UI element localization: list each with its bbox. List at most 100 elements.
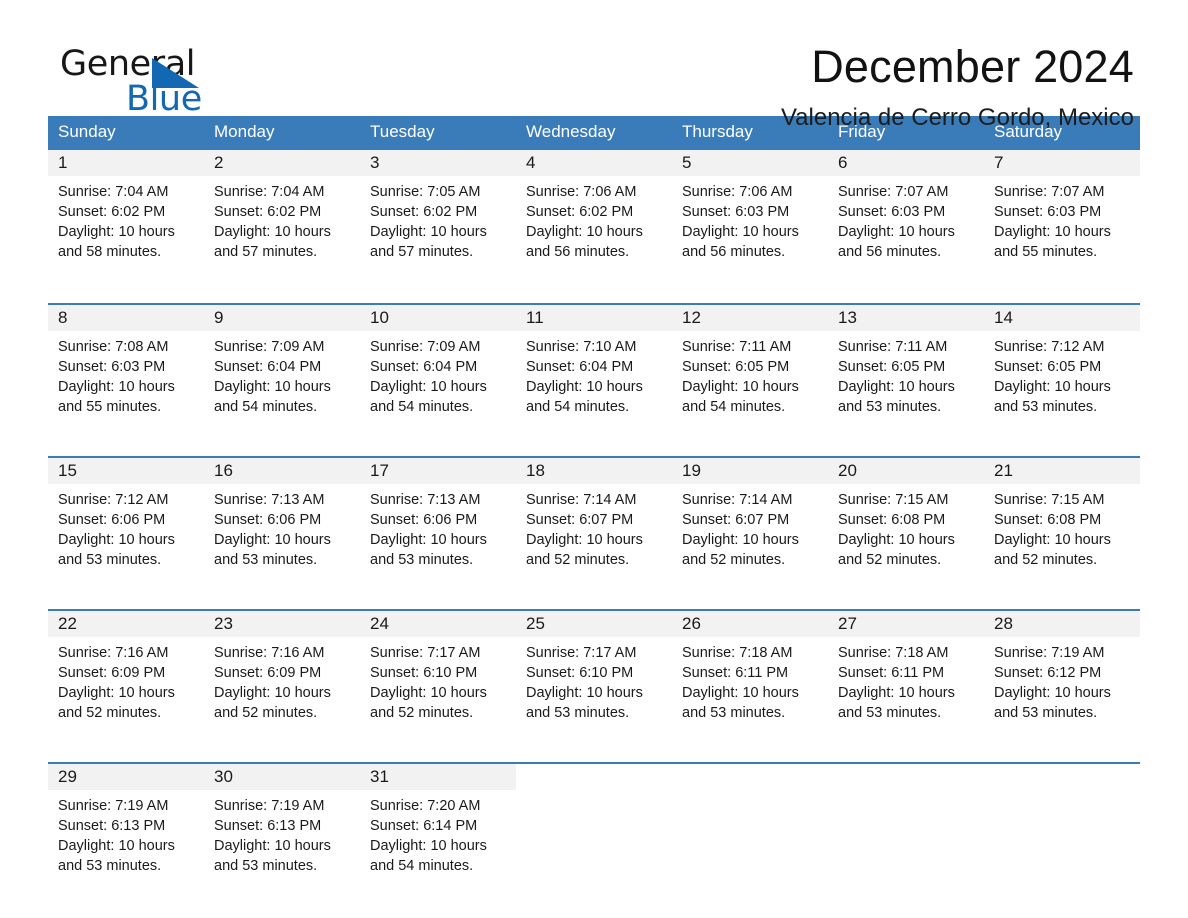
calendar-day-cell[interactable]: 31 Sunrise: 7:20 AM Sunset: 6:14 PM Dayligh… bbox=[360, 762, 516, 897]
day-detail-sunset: Sunset: 6:09 PM bbox=[58, 665, 166, 681]
calendar-day-cell[interactable]: 28 Sunrise: 7:19 AM Sunset: 6:12 PM Dayligh… bbox=[984, 609, 1140, 744]
day-details: Sunrise: 7:13 AM Sunset: 6:06 PM Daylight:… bbox=[360, 484, 516, 570]
general-blue-logo[interactable]: General Blue bbox=[48, 42, 248, 120]
day-detail-daylight-2: and 52 minutes. bbox=[838, 552, 942, 568]
day-detail-sunset: Sunset: 6:03 PM bbox=[58, 359, 166, 375]
day-cell-inner: 1 Sunrise: 7:04 AM Sunset: 6:02 PM Daylight… bbox=[48, 150, 204, 285]
calendar-day-cell[interactable]: 23 Sunrise: 7:16 AM Sunset: 6:09 PM Dayligh… bbox=[204, 609, 360, 744]
day-detail-sunset: Sunset: 6:09 PM bbox=[214, 665, 322, 681]
day-detail-daylight-1: Daylight: 10 hours bbox=[994, 379, 1111, 395]
day-cell-inner: 12 Sunrise: 7:11 AM Sunset: 6:05 PM Dayligh… bbox=[672, 303, 828, 438]
day-detail-sunset: Sunset: 6:11 PM bbox=[682, 665, 789, 681]
calendar-day-cell[interactable]: 13 Sunrise: 7:11 AM Sunset: 6:05 PM Dayligh… bbox=[828, 303, 984, 438]
day-detail-sunset: Sunset: 6:14 PM bbox=[370, 818, 478, 834]
day-detail-daylight-1: Daylight: 10 hours bbox=[526, 379, 643, 395]
calendar-day-cell[interactable]: 25 Sunrise: 7:17 AM Sunset: 6:10 PM Dayligh… bbox=[516, 609, 672, 744]
day-detail-daylight-1: Daylight: 10 hours bbox=[526, 532, 643, 548]
day-detail-sunrise: Sunrise: 7:11 AM bbox=[682, 339, 792, 355]
day-detail-daylight-2: and 52 minutes. bbox=[58, 705, 162, 721]
calendar-day-cell[interactable]: 1 Sunrise: 7:04 AM Sunset: 6:02 PM Daylight… bbox=[48, 150, 204, 285]
calendar-day-cell[interactable]: 7 Sunrise: 7:07 AM Sunset: 6:03 PM Daylight… bbox=[984, 150, 1140, 285]
sunrise-sunset-calendar: Sunday Monday Tuesday Wednesday Thursday… bbox=[48, 116, 1140, 897]
day-detail-sunrise: Sunrise: 7:16 AM bbox=[58, 645, 169, 661]
day-detail-daylight-2: and 52 minutes. bbox=[994, 552, 1098, 568]
day-cell-inner: 26 Sunrise: 7:18 AM Sunset: 6:11 PM Dayligh… bbox=[672, 609, 828, 744]
calendar-day-cell[interactable]: 8 Sunrise: 7:08 AM Sunset: 6:03 PM Daylight… bbox=[48, 303, 204, 438]
day-detail-daylight-2: and 52 minutes. bbox=[682, 552, 786, 568]
day-detail-daylight-1: Daylight: 10 hours bbox=[994, 685, 1111, 701]
day-detail-daylight-1: Daylight: 10 hours bbox=[682, 379, 799, 395]
calendar-day-cell[interactable]: 6 Sunrise: 7:07 AM Sunset: 6:03 PM Daylight… bbox=[828, 150, 984, 285]
calendar-day-cell[interactable]: 26 Sunrise: 7:18 AM Sunset: 6:11 PM Dayligh… bbox=[672, 609, 828, 744]
day-detail-sunrise: Sunrise: 7:14 AM bbox=[682, 492, 793, 508]
day-number: 2 bbox=[204, 150, 360, 176]
day-details: Sunrise: 7:14 AM Sunset: 6:07 PM Daylight:… bbox=[516, 484, 672, 570]
calendar-day-cell[interactable]: 18 Sunrise: 7:14 AM Sunset: 6:07 PM Dayligh… bbox=[516, 456, 672, 591]
day-detail-sunset: Sunset: 6:13 PM bbox=[214, 818, 322, 834]
weekday-header-tuesday: Tuesday bbox=[360, 116, 516, 150]
day-details: Sunrise: 7:17 AM Sunset: 6:10 PM Daylight:… bbox=[516, 637, 672, 723]
day-detail-daylight-2: and 57 minutes. bbox=[214, 244, 318, 260]
day-number: 6 bbox=[828, 150, 984, 176]
day-number: 12 bbox=[672, 305, 828, 331]
day-cell-inner: 5 Sunrise: 7:06 AM Sunset: 6:03 PM Daylight… bbox=[672, 150, 828, 285]
day-detail-daylight-2: and 53 minutes. bbox=[838, 705, 942, 721]
calendar-day-cell[interactable]: 29 Sunrise: 7:19 AM Sunset: 6:13 PM Dayligh… bbox=[48, 762, 204, 897]
calendar-day-cell[interactable]: 22 Sunrise: 7:16 AM Sunset: 6:09 PM Dayligh… bbox=[48, 609, 204, 744]
calendar-day-cell[interactable]: 9 Sunrise: 7:09 AM Sunset: 6:04 PM Daylight… bbox=[204, 303, 360, 438]
calendar-day-cell[interactable]: 3 Sunrise: 7:05 AM Sunset: 6:02 PM Daylight… bbox=[360, 150, 516, 285]
day-cell-inner: 2 Sunrise: 7:04 AM Sunset: 6:02 PM Daylight… bbox=[204, 150, 360, 285]
day-detail-sunset: Sunset: 6:03 PM bbox=[682, 204, 790, 220]
day-details: Sunrise: 7:04 AM Sunset: 6:02 PM Daylight:… bbox=[48, 176, 204, 262]
calendar-day-cell[interactable]: 30 Sunrise: 7:19 AM Sunset: 6:13 PM Dayligh… bbox=[204, 762, 360, 897]
calendar-day-cell[interactable]: 27 Sunrise: 7:18 AM Sunset: 6:11 PM Dayligh… bbox=[828, 609, 984, 744]
day-detail-daylight-1: Daylight: 10 hours bbox=[682, 532, 799, 548]
day-detail-daylight-1: Daylight: 10 hours bbox=[682, 685, 799, 701]
calendar-day-cell[interactable]: 14 Sunrise: 7:12 AM Sunset: 6:05 PM Dayligh… bbox=[984, 303, 1140, 438]
calendar-day-cell[interactable]: 2 Sunrise: 7:04 AM Sunset: 6:02 PM Daylight… bbox=[204, 150, 360, 285]
day-cell-inner: 18 Sunrise: 7:14 AM Sunset: 6:07 PM Dayligh… bbox=[516, 456, 672, 591]
logo-text-blue: Blue bbox=[126, 79, 202, 119]
calendar-day-cell[interactable]: 5 Sunrise: 7:06 AM Sunset: 6:03 PM Daylight… bbox=[672, 150, 828, 285]
day-detail-sunrise: Sunrise: 7:13 AM bbox=[214, 492, 325, 508]
day-detail-daylight-1: Daylight: 10 hours bbox=[838, 532, 955, 548]
day-detail-daylight-1: Daylight: 10 hours bbox=[370, 224, 487, 240]
day-details: Sunrise: 7:12 AM Sunset: 6:05 PM Daylight:… bbox=[984, 331, 1140, 417]
calendar-day-cell[interactable]: 11 Sunrise: 7:10 AM Sunset: 6:04 PM Dayligh… bbox=[516, 303, 672, 438]
day-detail-daylight-2: and 52 minutes. bbox=[214, 705, 318, 721]
calendar-day-cell[interactable]: 15 Sunrise: 7:12 AM Sunset: 6:06 PM Dayligh… bbox=[48, 456, 204, 591]
day-number: 7 bbox=[984, 150, 1140, 176]
calendar-day-cell[interactable]: 12 Sunrise: 7:11 AM Sunset: 6:05 PM Dayligh… bbox=[672, 303, 828, 438]
day-detail-sunrise: Sunrise: 7:17 AM bbox=[526, 645, 637, 661]
calendar-day-cell[interactable]: 17 Sunrise: 7:13 AM Sunset: 6:06 PM Dayligh… bbox=[360, 456, 516, 591]
calendar-day-cell[interactable]: 19 Sunrise: 7:14 AM Sunset: 6:07 PM Dayligh… bbox=[672, 456, 828, 591]
day-detail-daylight-2: and 53 minutes. bbox=[994, 705, 1098, 721]
calendar-day-cell[interactable]: 21 Sunrise: 7:15 AM Sunset: 6:08 PM Dayligh… bbox=[984, 456, 1140, 591]
day-detail-sunrise: Sunrise: 7:08 AM bbox=[58, 339, 169, 355]
day-details: Sunrise: 7:04 AM Sunset: 6:02 PM Daylight:… bbox=[204, 176, 360, 262]
day-number: 27 bbox=[828, 611, 984, 637]
calendar-day-cell[interactable]: 24 Sunrise: 7:17 AM Sunset: 6:10 PM Dayligh… bbox=[360, 609, 516, 744]
day-details: Sunrise: 7:18 AM Sunset: 6:11 PM Daylight:… bbox=[672, 637, 828, 723]
day-cell-inner bbox=[672, 762, 828, 897]
day-detail-sunrise: Sunrise: 7:16 AM bbox=[214, 645, 325, 661]
calendar-day-cell[interactable]: 16 Sunrise: 7:13 AM Sunset: 6:06 PM Dayligh… bbox=[204, 456, 360, 591]
day-detail-daylight-1: Daylight: 10 hours bbox=[58, 838, 175, 854]
day-detail-sunrise: Sunrise: 7:06 AM bbox=[526, 184, 637, 200]
day-detail-daylight-1: Daylight: 10 hours bbox=[214, 838, 331, 854]
day-number: 30 bbox=[204, 764, 360, 790]
calendar-day-cell[interactable]: 10 Sunrise: 7:09 AM Sunset: 6:04 PM Dayligh… bbox=[360, 303, 516, 438]
day-cell-inner: 3 Sunrise: 7:05 AM Sunset: 6:02 PM Daylight… bbox=[360, 150, 516, 285]
day-cell-inner: 20 Sunrise: 7:15 AM Sunset: 6:08 PM Dayligh… bbox=[828, 456, 984, 591]
day-detail-sunrise: Sunrise: 7:12 AM bbox=[58, 492, 169, 508]
day-detail-sunset: Sunset: 6:08 PM bbox=[838, 512, 946, 528]
calendar-day-cell[interactable]: 20 Sunrise: 7:15 AM Sunset: 6:08 PM Dayligh… bbox=[828, 456, 984, 591]
day-number: 16 bbox=[204, 458, 360, 484]
day-number: 14 bbox=[984, 305, 1140, 331]
calendar-day-cell-empty bbox=[672, 762, 828, 897]
calendar-day-cell[interactable]: 4 Sunrise: 7:06 AM Sunset: 6:02 PM Daylight… bbox=[516, 150, 672, 285]
day-detail-sunset: Sunset: 6:05 PM bbox=[682, 359, 790, 375]
week-spacer bbox=[48, 285, 1140, 303]
day-detail-daylight-2: and 54 minutes. bbox=[526, 399, 630, 415]
page-header: General Blue December 2024 Valencia de C… bbox=[48, 0, 1140, 132]
